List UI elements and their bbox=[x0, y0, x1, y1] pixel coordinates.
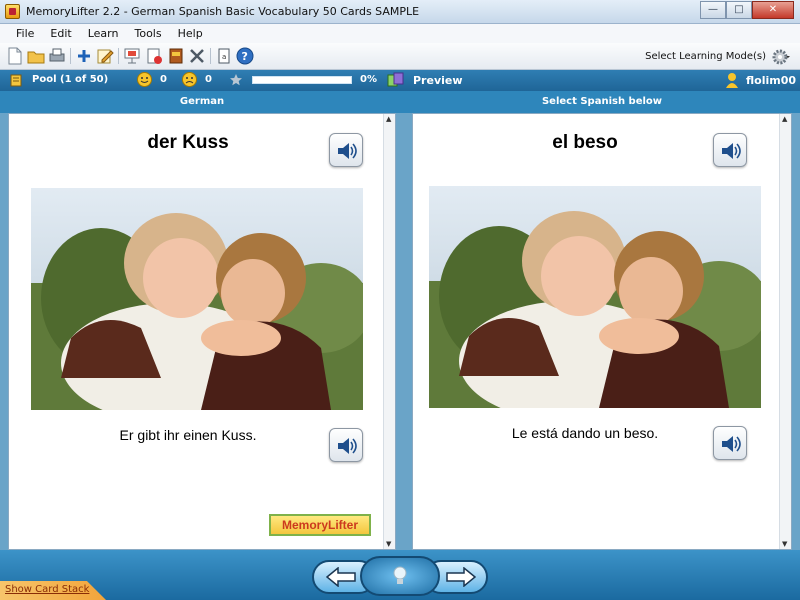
window-title: MemoryLifter 2.2 - German Spanish Basic … bbox=[26, 5, 420, 18]
pool-count: (1 of 50) bbox=[60, 74, 109, 85]
happy-face-icon bbox=[137, 72, 152, 87]
preview-label[interactable]: Preview bbox=[413, 74, 463, 87]
kiss-photo-image bbox=[429, 186, 761, 408]
menu-bar: File Edit Learn Tools Help bbox=[0, 24, 800, 43]
open-icon[interactable] bbox=[27, 47, 45, 65]
arrow-left-icon bbox=[326, 567, 356, 587]
scroll-down-arrow-icon[interactable]: ▼ bbox=[386, 540, 391, 548]
speaker-icon bbox=[722, 143, 741, 159]
pool-label: Pool bbox=[32, 74, 57, 85]
question-column-header: German bbox=[179, 96, 225, 107]
question-audio-button[interactable] bbox=[329, 133, 363, 167]
column-headers: German Select Spanish below bbox=[0, 91, 800, 113]
gear-icon[interactable] bbox=[772, 48, 790, 66]
answer-scrollbar[interactable]: ▲ ▼ bbox=[779, 114, 791, 549]
print-icon[interactable] bbox=[48, 47, 66, 65]
card-stack-icon[interactable] bbox=[145, 47, 163, 65]
window-controls: — □ ✕ bbox=[700, 1, 794, 19]
sad-face-icon bbox=[182, 72, 197, 87]
kiss-photo-image bbox=[31, 188, 363, 410]
minimize-button[interactable]: — bbox=[700, 1, 726, 19]
scroll-up-arrow-icon[interactable]: ▲ bbox=[782, 115, 787, 123]
toolbar-separator bbox=[118, 48, 119, 64]
question-word: der Kuss bbox=[147, 132, 229, 153]
add-card-icon[interactable] bbox=[75, 47, 93, 65]
toolbar-separator bbox=[210, 48, 211, 64]
new-icon[interactable] bbox=[6, 47, 24, 65]
answer-audio-button[interactable] bbox=[713, 133, 747, 167]
menu-tools[interactable]: Tools bbox=[126, 24, 169, 43]
close-button[interactable]: ✕ bbox=[752, 1, 794, 19]
user-icon bbox=[726, 73, 738, 88]
menu-help[interactable]: Help bbox=[170, 24, 211, 43]
answer-panel: el beso Le está dando un beso. ▲ ▼ bbox=[412, 113, 792, 550]
question-sentence: Er gibt ihr einen Kuss. bbox=[119, 427, 257, 443]
menu-edit[interactable]: Edit bbox=[42, 24, 79, 43]
toolbar: a ? Select Learning Mode(s) bbox=[0, 43, 800, 70]
progress-bar bbox=[252, 76, 352, 84]
pool-icon bbox=[10, 74, 22, 87]
help-icon[interactable]: ? bbox=[236, 47, 254, 65]
answer-column-header: Select Spanish below bbox=[541, 96, 663, 107]
menu-file[interactable]: File bbox=[8, 24, 42, 43]
answer-sentence-audio-button[interactable] bbox=[713, 426, 747, 460]
answer-word: el beso bbox=[552, 132, 618, 153]
memorylifter-logo: MemoryLifter bbox=[269, 514, 371, 536]
speaker-icon bbox=[722, 436, 741, 452]
app-icon bbox=[5, 4, 20, 19]
edit-icon[interactable] bbox=[96, 47, 114, 65]
question-scrollbar[interactable]: ▲ ▼ bbox=[383, 114, 395, 549]
scroll-up-arrow-icon[interactable]: ▲ bbox=[386, 115, 391, 123]
presentation-icon[interactable] bbox=[123, 47, 141, 65]
speaker-icon bbox=[338, 438, 357, 454]
preview-icon[interactable] bbox=[387, 72, 405, 88]
username: flolim00 bbox=[746, 74, 797, 87]
happy-count: 0 bbox=[160, 74, 167, 85]
dictionary-icon[interactable]: a bbox=[215, 47, 233, 65]
answer-photo bbox=[429, 186, 761, 408]
status-bar: Pool (1 of 50) 0 0 0% Preview flolim00 bbox=[0, 70, 800, 91]
answer-sentence: Le está dando un beso. bbox=[511, 425, 659, 441]
hint-button[interactable] bbox=[360, 556, 440, 596]
arrow-right-icon bbox=[446, 567, 476, 587]
learning-mode-label[interactable]: Select Learning Mode(s) bbox=[645, 51, 766, 62]
speaker-icon bbox=[338, 143, 357, 159]
progress-label: 0% bbox=[360, 74, 377, 85]
svg-text:?: ? bbox=[242, 50, 248, 63]
scroll-down-arrow-icon[interactable]: ▼ bbox=[782, 540, 787, 548]
maximize-button[interactable]: □ bbox=[726, 1, 752, 19]
toolbar-separator bbox=[70, 48, 71, 64]
settings-tools-icon[interactable] bbox=[188, 47, 206, 65]
question-photo bbox=[31, 188, 363, 410]
star-icon bbox=[230, 74, 242, 86]
book-icon[interactable] bbox=[167, 47, 185, 65]
question-sentence-audio-button[interactable] bbox=[329, 428, 363, 462]
lightbulb-icon bbox=[393, 566, 407, 584]
title-bar: MemoryLifter 2.2 - German Spanish Basic … bbox=[0, 0, 800, 24]
svg-text:a: a bbox=[222, 53, 226, 61]
menu-learn[interactable]: Learn bbox=[80, 24, 127, 43]
show-card-stack-link[interactable]: Show Card Stack bbox=[5, 584, 89, 595]
sad-count: 0 bbox=[205, 74, 212, 85]
question-panel: der Kuss Er gibt ihr einen Kuss. MemoryL… bbox=[8, 113, 396, 550]
